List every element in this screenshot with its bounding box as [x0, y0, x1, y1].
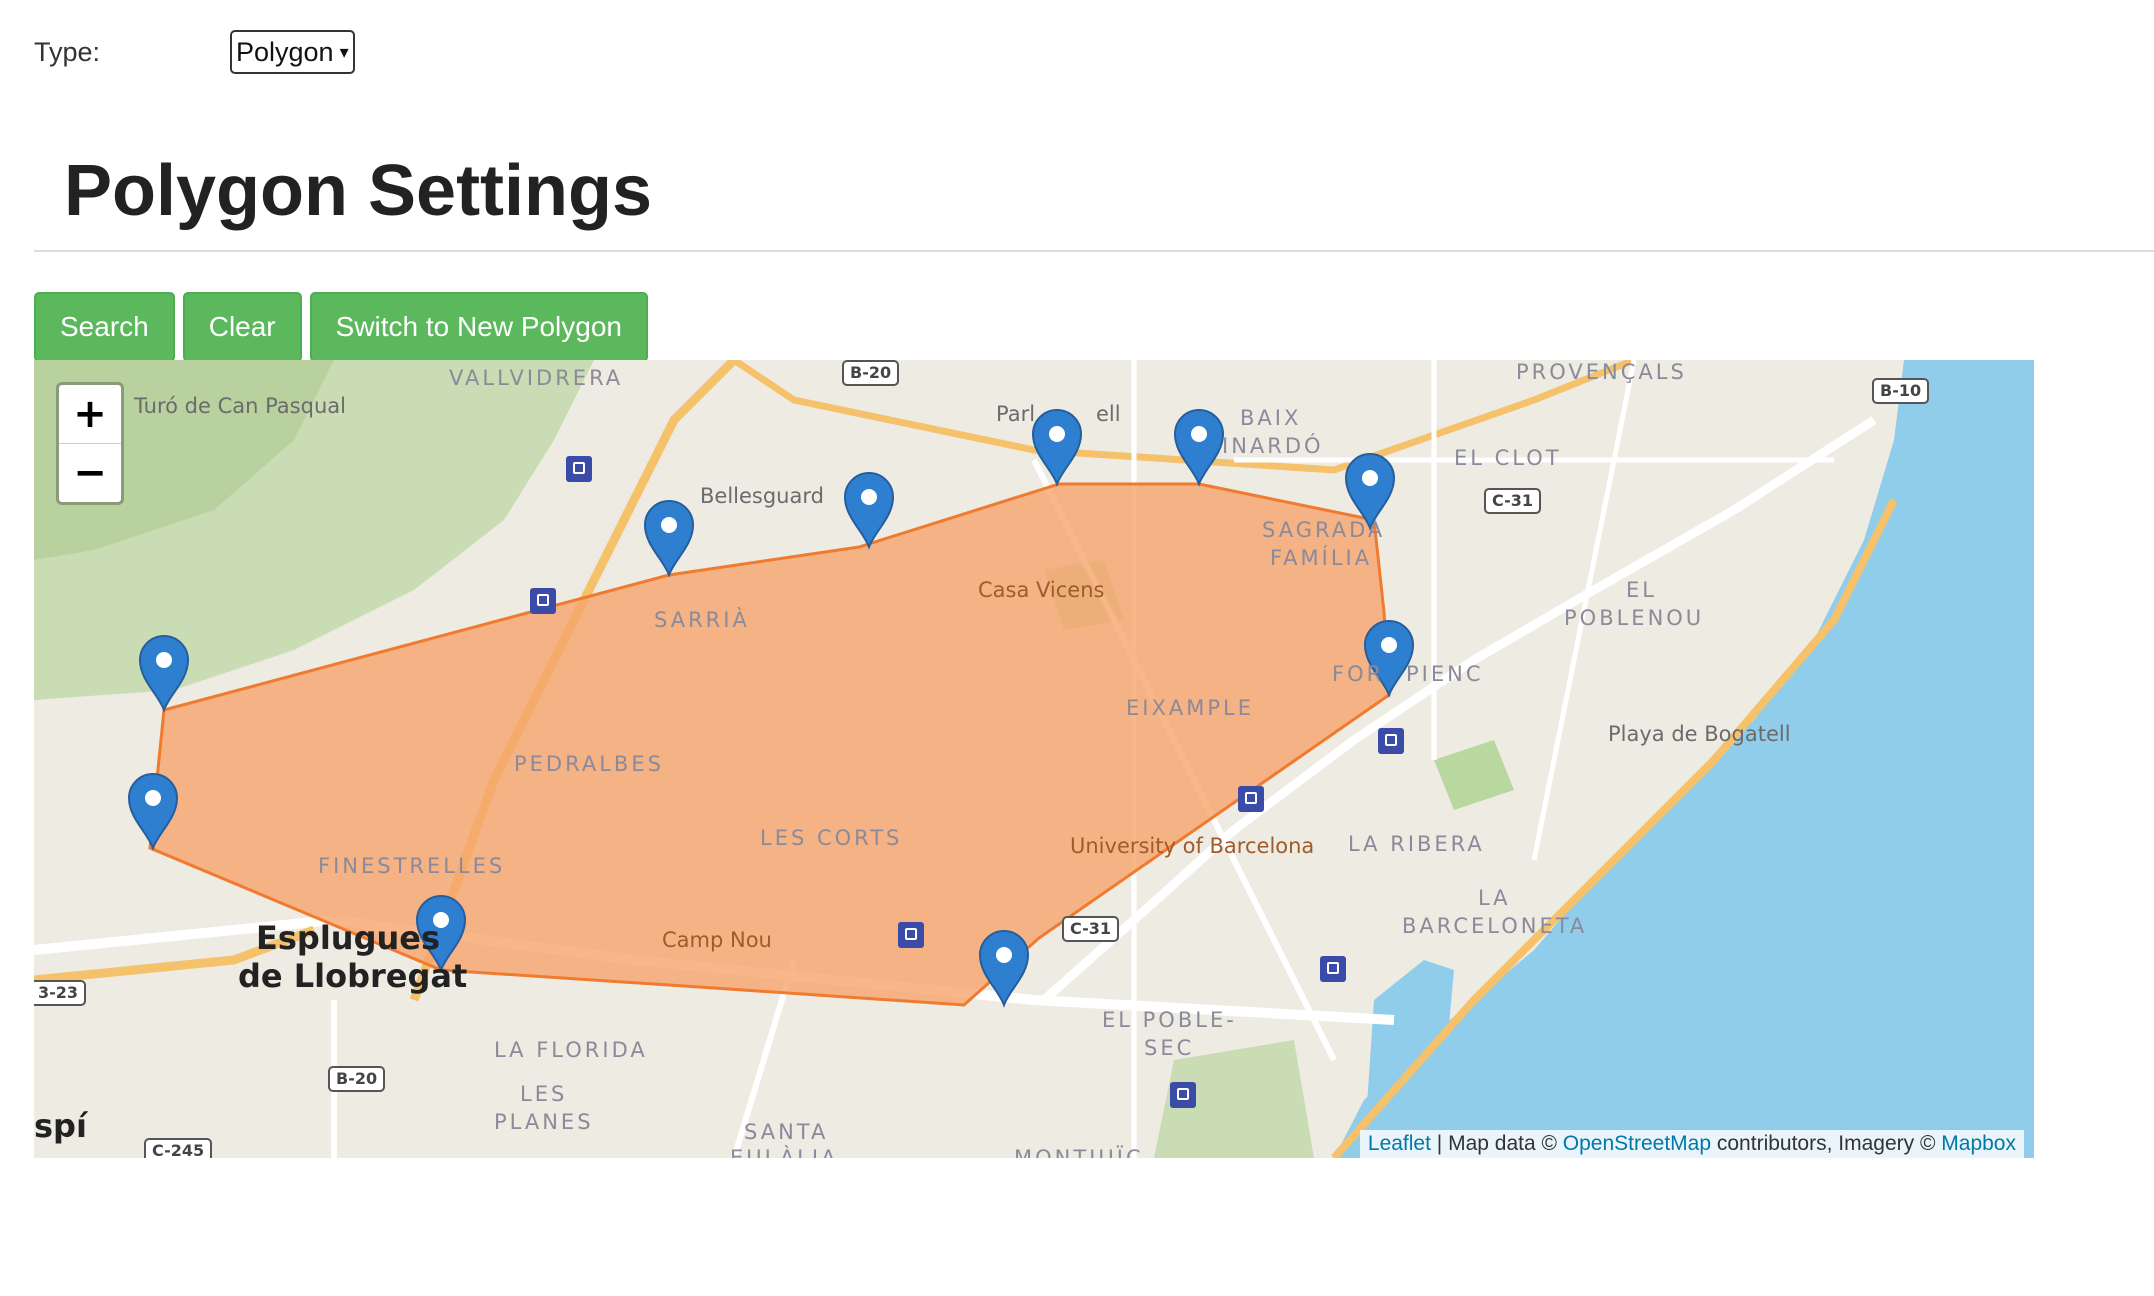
- map-label: LA: [1478, 886, 1511, 910]
- map-label: POBLENOU: [1564, 606, 1705, 630]
- map-label: PROVENÇALS: [1516, 360, 1687, 384]
- marker-pin-icon: [643, 500, 695, 578]
- metro-icon: [566, 456, 592, 482]
- search-button[interactable]: Search: [34, 292, 175, 362]
- map-label: LA RIBERA: [1348, 832, 1485, 856]
- map-label: SANTA: [744, 1120, 829, 1144]
- map-label: FINESTRELLES: [318, 854, 506, 878]
- map-label: FOR: [1332, 662, 1385, 686]
- road-shield: 3-23: [34, 980, 87, 1006]
- type-select-value: Polygon: [236, 36, 334, 67]
- metro-icon: [1320, 956, 1346, 982]
- clear-button[interactable]: Clear: [182, 292, 302, 362]
- map-label: VALLVIDRERA: [449, 366, 624, 390]
- marker-pin-icon: [138, 635, 190, 713]
- map-label: SAGRADA: [1262, 518, 1386, 542]
- map-label: PIENC: [1406, 662, 1484, 686]
- map-label: INARDÓ: [1222, 434, 1324, 458]
- map-attribution: Leaflet | Map data © OpenStreetMap contr…: [1359, 1130, 2024, 1158]
- openstreetmap-link[interactable]: OpenStreetMap: [1563, 1132, 1711, 1155]
- map-label: FAMÍLIA: [1270, 546, 1373, 570]
- type-row: Type: Polygon ▾: [34, 28, 355, 76]
- toolbar: Search Clear Switch to New Polygon: [34, 292, 648, 362]
- map-label: EULÀLIA: [730, 1146, 839, 1158]
- mapbox-link[interactable]: Mapbox: [1941, 1132, 2016, 1155]
- map[interactable]: VALLVIDRERA PROVENÇALS BAIX INARDÓ EL CL…: [34, 360, 2034, 1158]
- road-shield: B-20: [842, 360, 900, 386]
- map-label: EL POBLE-: [1102, 1008, 1237, 1032]
- map-label: Playa de Bogatell: [1608, 722, 1791, 746]
- page-title: Polygon Settings: [64, 151, 653, 231]
- road-shield: C-31: [1062, 916, 1120, 942]
- map-label: ell: [1096, 402, 1121, 426]
- park: [1434, 740, 1514, 810]
- leaflet-link[interactable]: Leaflet: [1368, 1132, 1431, 1155]
- type-label: Type:: [34, 36, 101, 67]
- map-label: BARCELONETA: [1402, 914, 1588, 938]
- metro-icon: [1238, 786, 1264, 812]
- map-label: PLANES: [494, 1110, 594, 1134]
- road-shield: B-20: [328, 1066, 386, 1092]
- map-label: Turó de Can Pasqual: [134, 394, 346, 418]
- chevron-down-icon: ▾: [339, 41, 349, 62]
- zoom-control: + −: [56, 382, 124, 505]
- type-select[interactable]: Polygon ▾: [230, 30, 355, 74]
- map-label: SEC: [1144, 1036, 1195, 1060]
- map-label: MONTJUÏC: [1014, 1146, 1144, 1158]
- map-label: Camp Nou: [662, 928, 772, 952]
- map-label: EL CLOT: [1454, 446, 1562, 470]
- map-label: LA FLORIDA: [494, 1038, 648, 1062]
- map-label: LES CORTS: [760, 826, 903, 850]
- attribution-text: | Map data ©: [1430, 1132, 1563, 1155]
- map-label: Casa Vicens: [978, 578, 1105, 602]
- road-shield: B-10: [1872, 378, 1930, 404]
- divider: [34, 250, 2154, 252]
- metro-icon: [1378, 728, 1404, 754]
- map-label: LES: [520, 1082, 568, 1106]
- marker-pin-icon: [843, 472, 895, 550]
- road-shield: C-31: [1484, 488, 1542, 514]
- metro-icon: [898, 922, 924, 948]
- zoom-out-button[interactable]: −: [59, 443, 121, 502]
- map-label: Parl: [996, 402, 1036, 426]
- map-label: PEDRALBES: [514, 752, 664, 776]
- map-label: BAIX: [1240, 406, 1302, 430]
- map-label: spí: [34, 1107, 87, 1145]
- map-label: Bellesguard: [700, 484, 824, 508]
- road-shield: C-245: [144, 1138, 213, 1158]
- metro-icon: [1170, 1082, 1196, 1108]
- map-label: EIXAMPLE: [1126, 696, 1254, 720]
- map-label: EL: [1626, 578, 1657, 602]
- map-label: University of Barcelona: [1070, 834, 1315, 858]
- map-label: SARRIÀ: [654, 608, 750, 632]
- map-label: de Llobregat: [238, 957, 468, 995]
- metro-icon: [530, 588, 556, 614]
- switch-polygon-button[interactable]: Switch to New Polygon: [309, 292, 648, 362]
- map-label: Esplugues: [256, 919, 440, 957]
- marker-pin-icon: [1173, 409, 1225, 487]
- attribution-text: contributors, Imagery ©: [1711, 1132, 1942, 1155]
- zoom-in-button[interactable]: +: [59, 385, 121, 443]
- map-base: [34, 360, 2034, 1158]
